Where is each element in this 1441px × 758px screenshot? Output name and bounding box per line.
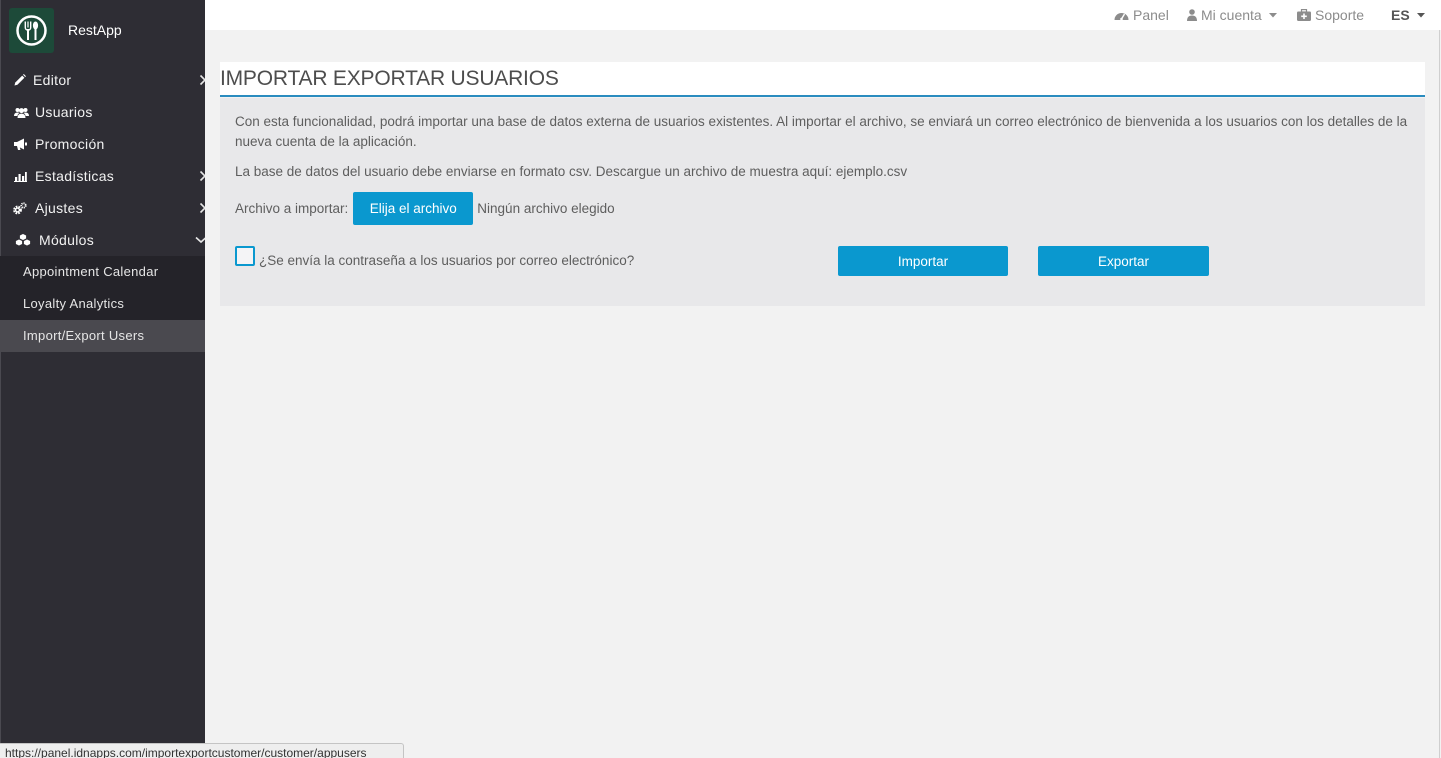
description-text: Con esta funcionalidad, podrá importar u… — [235, 114, 1408, 149]
sidebar-item-label: Usuarios — [35, 104, 93, 120]
caret-down-icon — [1268, 12, 1277, 17]
medkit-icon — [1297, 9, 1311, 21]
pencil-icon — [14, 64, 26, 96]
submenu-item-import-export-users[interactable]: Import/Export Users — [0, 320, 205, 352]
top-bar: Panel Mi cuenta Soporte ES — [205, 0, 1441, 30]
app-name[interactable]: RestApp — [68, 21, 122, 39]
choose-file-button[interactable]: Elija el archivo — [353, 192, 474, 225]
bullhorn-icon — [14, 128, 28, 160]
format-note: La base de datos del usuario debe enviar… — [235, 162, 907, 182]
chevron-down-icon — [195, 236, 205, 244]
main-content: IMPORTAR EXPORTAR USUARIOS Con esta func… — [205, 30, 1439, 758]
send-password-checkbox[interactable] — [235, 246, 255, 266]
file-label: Archivo a importar: — [235, 201, 349, 216]
sidebar-item-ajustes[interactable]: Ajustes — [0, 192, 205, 224]
submenu-item-label: Import/Export Users — [23, 328, 145, 343]
submenu-item-appointment-calendar[interactable]: Appointment Calendar — [0, 256, 205, 288]
sidebar-item-editor[interactable]: Editor — [0, 64, 205, 96]
user-icon — [1187, 9, 1197, 21]
submenu-item-loyalty-analytics[interactable]: Loyalty Analytics — [0, 288, 205, 320]
import-export-panel: Con esta funcionalidad, podrá importar u… — [220, 98, 1425, 306]
sidebar-item-label: Módulos — [39, 232, 95, 248]
browser-status-url: https://panel.idnapps.com/importexportcu… — [0, 743, 404, 758]
window-edge — [1439, 30, 1440, 758]
dashboard-icon — [1114, 13, 1129, 21]
support-label: Soporte — [1315, 7, 1365, 23]
page-header: IMPORTAR EXPORTAR USUARIOS — [220, 62, 1425, 97]
account-menu[interactable]: Mi cuenta — [1187, 0, 1277, 30]
submenu-item-label: Appointment Calendar — [23, 264, 159, 279]
page-title: IMPORTAR EXPORTAR USUARIOS — [220, 67, 559, 90]
panel-label: Panel — [1133, 7, 1169, 23]
export-button[interactable]: Exportar — [1038, 246, 1209, 276]
caret-down-icon — [1416, 12, 1425, 17]
sidebar-item-label: Promoción — [35, 136, 105, 152]
sidebar-item-usuarios[interactable]: Usuarios — [0, 96, 205, 128]
app-logo[interactable] — [9, 8, 54, 53]
language-label: ES — [1391, 7, 1410, 23]
file-input-row: Archivo a importar: Elija el archivo Nin… — [235, 192, 615, 225]
users-icon — [14, 96, 29, 128]
sidebar-item-estadisticas[interactable]: Estadísticas — [0, 160, 205, 192]
sidebar-item-label: Ajustes — [35, 200, 84, 216]
cubes-icon — [14, 224, 32, 256]
send-password-label[interactable]: ¿Se envía la contraseña a los usuarios p… — [259, 246, 634, 276]
restaurant-icon — [16, 15, 47, 46]
sample-csv-link[interactable]: ejemplo.csv — [836, 164, 907, 179]
sidebar-item-label: Editor — [33, 72, 72, 88]
format-note-text: La base de datos del usuario debe enviar… — [235, 164, 833, 179]
cogs-icon — [13, 192, 27, 224]
support-link[interactable]: Soporte — [1297, 0, 1364, 30]
language-selector[interactable]: ES — [1391, 0, 1425, 30]
sidebar-item-label: Estadísticas — [35, 168, 115, 184]
sidebar-item-modulos[interactable]: Módulos — [0, 224, 205, 256]
panel-link[interactable]: Panel — [1114, 0, 1169, 30]
sidebar-item-promocion[interactable]: Promoción — [0, 128, 205, 160]
sidebar: RestApp Editor Usuarios Promoción Estadí… — [0, 0, 205, 758]
account-label: Mi cuenta — [1201, 7, 1262, 23]
import-button[interactable]: Importar — [838, 246, 1008, 276]
submenu-item-label: Loyalty Analytics — [23, 296, 125, 311]
bar-chart-icon — [14, 160, 27, 192]
file-status: Ningún archivo elegido — [477, 201, 615, 216]
